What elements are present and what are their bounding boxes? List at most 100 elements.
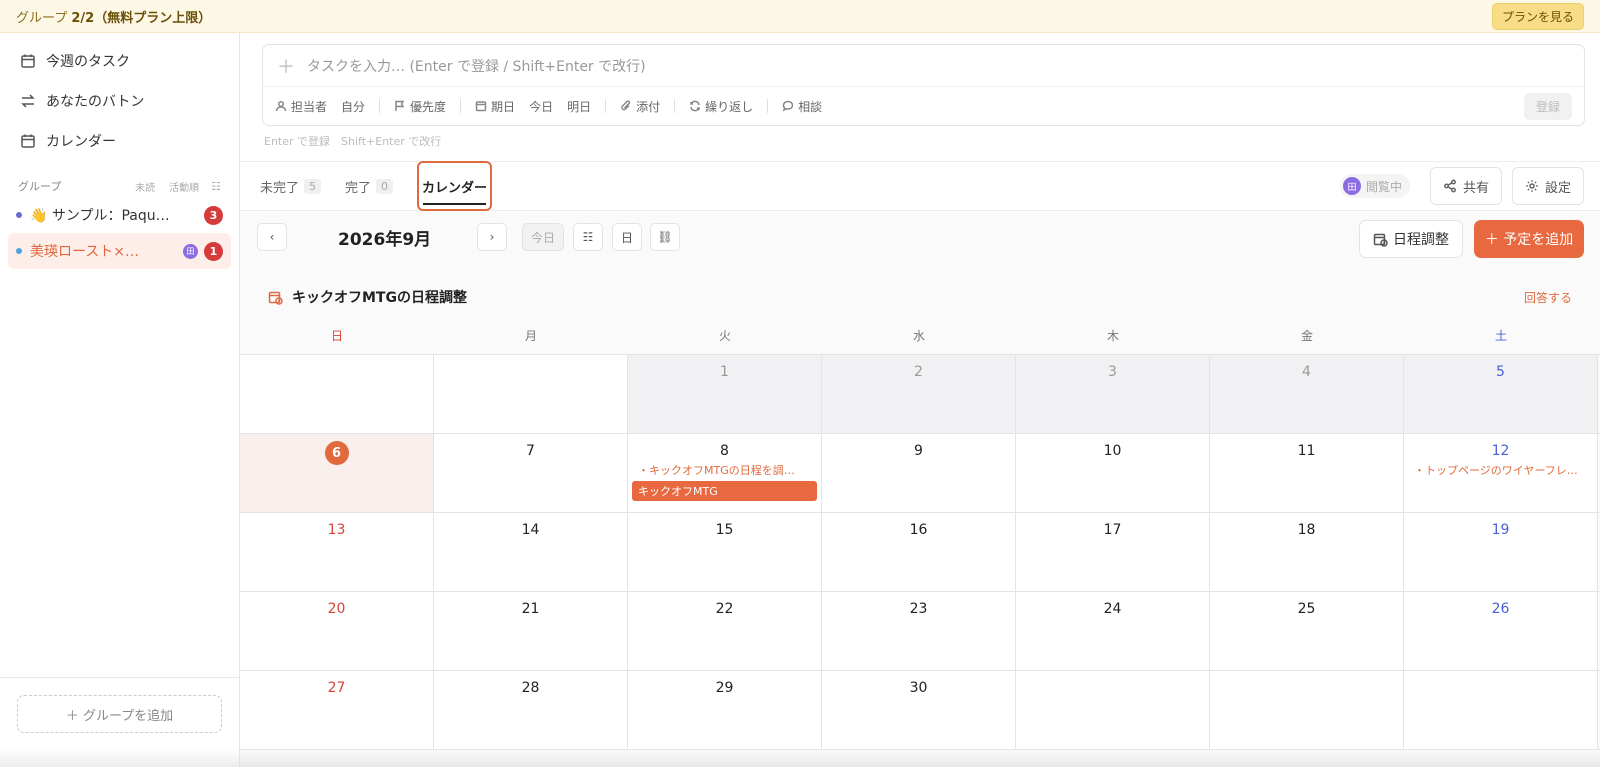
calendar-day-cell[interactable] <box>240 355 434 433</box>
calendar-day-cell[interactable]: 23 <box>822 592 1016 670</box>
calendar-day-cell[interactable]: 3 <box>1016 355 1210 433</box>
add-group-button[interactable]: ＋ グループを追加 <box>17 695 222 733</box>
calendar-day-cell[interactable]: 8 ・キックオフMTGの日程を調… キックオフMTG <box>628 434 822 512</box>
calendar-day-cell[interactable]: 14 <box>434 513 628 591</box>
tab-label: カレンダー <box>422 180 488 196</box>
sidebar-item-your-baton[interactable]: あなたのバトン <box>0 81 239 121</box>
calendar-day-cell[interactable]: 10 <box>1016 434 1210 512</box>
group-section-header: グループ 未読 活動順 ☷ <box>0 175 239 197</box>
share-button[interactable]: 共有 <box>1429 167 1502 205</box>
share-icon <box>1444 179 1456 193</box>
calendar-week-row: 6 7 8 ・キックオフMTGの日程を調… キックオフMTG 9 10 11 12 ・トップページ… <box>240 434 1600 513</box>
tab-label: 未完了 <box>260 180 300 196</box>
sort-activity-option[interactable]: 活動順 <box>169 179 199 194</box>
bottom-fade <box>0 749 1600 767</box>
tab-incomplete[interactable]: 未完了 5 <box>260 162 322 210</box>
day-number: 19 <box>1491 522 1510 538</box>
calendar-toolbar: ‹ 2026年9月 › 今日 ☷ 日 ⛓ 日程調整 ＋ 予定を追加 <box>240 211 1600 263</box>
calendar-day-cell[interactable]: 26 <box>1404 592 1598 670</box>
calendar-day-cell[interactable]: 1 <box>628 355 822 433</box>
calendar-day-cell[interactable]: 6 <box>240 434 434 512</box>
toolbar-separator <box>674 99 676 113</box>
calendar-day-cell[interactable] <box>1404 671 1598 749</box>
calendar-day-cell[interactable]: 9 <box>822 434 1016 512</box>
calendar-day-cell[interactable] <box>434 355 628 433</box>
repeat-button[interactable]: 繰り返し <box>689 98 753 115</box>
add-event-button[interactable]: ＋ 予定を追加 <box>1474 220 1584 258</box>
weekday-header: 日 月 火 水 木 金 土 <box>240 327 1600 354</box>
due-today-button[interactable]: 今日 <box>529 98 553 115</box>
consult-label: 相談 <box>798 99 823 114</box>
calendar-day-cell[interactable] <box>1210 671 1404 749</box>
calendar-event-bar[interactable]: キックオフMTG <box>632 481 817 501</box>
sidebar-group-sample[interactable]: 👋 サンプル：Paqu… 3 <box>8 197 231 233</box>
calendar-day-cell[interactable]: 30 <box>822 671 1016 749</box>
calendar-day-cell[interactable]: 22 <box>628 592 822 670</box>
chevron-left-icon: ‹ <box>269 230 275 244</box>
day-number: 12 <box>1491 443 1510 459</box>
day-number: 30 <box>909 680 928 696</box>
assign-self-button[interactable]: 自分 <box>341 98 365 115</box>
calendar-day-cell[interactable]: 18 <box>1210 513 1404 591</box>
sidebar-item-calendar[interactable]: カレンダー <box>0 121 239 161</box>
day-number: 1 <box>720 364 729 380</box>
calendar-day-cell[interactable]: 17 <box>1016 513 1210 591</box>
assignee-button[interactable]: 担当者 <box>275 98 327 115</box>
calendar-day-cell[interactable]: 20 <box>240 592 434 670</box>
weekday-label: 月 <box>524 329 537 343</box>
register-button[interactable]: 登録 <box>1523 92 1572 120</box>
viewing-indicator: 田 閲覧中 <box>1339 174 1410 198</box>
consult-button[interactable]: 相談 <box>782 98 822 115</box>
settings-button[interactable]: 設定 <box>1511 167 1584 205</box>
tab-count: 5 <box>304 178 322 194</box>
today-button[interactable]: 今日 <box>522 223 564 251</box>
attach-button[interactable]: 添付 <box>620 98 660 115</box>
calendar-link-button[interactable]: ⛓ <box>650 223 680 251</box>
sidebar-item-weekly-tasks[interactable]: 今週のタスク <box>0 41 239 81</box>
calendar-day-cell[interactable]: 19 <box>1404 513 1598 591</box>
calendar-day-cell[interactable]: 12 ・トップページのワイヤーフレ… <box>1404 434 1598 512</box>
due-date-button[interactable]: 期日 <box>475 98 515 115</box>
chevron-right-icon: › <box>489 230 495 244</box>
calendar-task-item[interactable]: ・キックオフMTGの日程を調… <box>628 462 821 478</box>
schedule-coordination-button[interactable]: 日程調整 <box>1359 220 1463 258</box>
next-month-button[interactable]: › <box>477 223 507 251</box>
day-number: 13 <box>327 522 346 538</box>
calendar-day-cell[interactable]: 24 <box>1016 592 1210 670</box>
day-view-button[interactable]: 日 <box>612 223 642 251</box>
prev-month-button[interactable]: ‹ <box>257 223 287 251</box>
calendar-day-cell[interactable] <box>1016 671 1210 749</box>
task-input[interactable]: タスクを入力… (Enter で登録 / Shift+Enter で改行) <box>307 56 646 76</box>
tab-calendar[interactable]: カレンダー <box>417 161 493 211</box>
day-number: 8 <box>720 443 729 459</box>
tab-complete[interactable]: 完了 0 <box>345 162 394 210</box>
sidebar-group-biei-roast[interactable]: 美瑛ロースト×… 田 1 <box>8 233 231 269</box>
flag-icon <box>395 100 405 111</box>
calendar-day-cell[interactable]: 15 <box>628 513 822 591</box>
due-tomorrow-button[interactable]: 明日 <box>567 98 591 115</box>
calendar-day-cell[interactable]: 29 <box>628 671 822 749</box>
priority-button[interactable]: 優先度 <box>394 98 446 115</box>
due-date-label: 期日 <box>491 99 516 114</box>
day-number: 27 <box>327 680 346 696</box>
day-number: 3 <box>1108 364 1117 380</box>
chat-bubble-icon <box>782 100 794 112</box>
task-input-row[interactable]: ＋ タスクを入力… (Enter で登録 / Shift+Enter で改行) <box>263 45 1584 87</box>
calendar-day-cell[interactable]: 7 <box>434 434 628 512</box>
calendar-day-cell[interactable]: 5 <box>1404 355 1598 433</box>
calendar-day-cell[interactable]: 21 <box>434 592 628 670</box>
calendar-day-cell[interactable]: 28 <box>434 671 628 749</box>
view-plans-button[interactable]: プランを見る <box>1491 2 1584 30</box>
calendar-day-cell[interactable]: 4 <box>1210 355 1404 433</box>
calendar-task-item[interactable]: ・トップページのワイヤーフレ… <box>1404 462 1597 478</box>
calendar-day-cell[interactable]: 13 <box>240 513 434 591</box>
calendar-day-cell[interactable]: 25 <box>1210 592 1404 670</box>
calendar-day-cell[interactable]: 27 <box>240 671 434 749</box>
list-settings-icon[interactable]: ☷ <box>211 180 221 193</box>
sort-unread-option[interactable]: 未読 <box>135 179 155 194</box>
answer-poll-link[interactable]: 回答する <box>1524 289 1572 306</box>
calendar-day-cell[interactable]: 11 <box>1210 434 1404 512</box>
month-view-button[interactable]: ☷ <box>573 223 603 251</box>
calendar-day-cell[interactable]: 16 <box>822 513 1016 591</box>
calendar-day-cell[interactable]: 2 <box>822 355 1016 433</box>
